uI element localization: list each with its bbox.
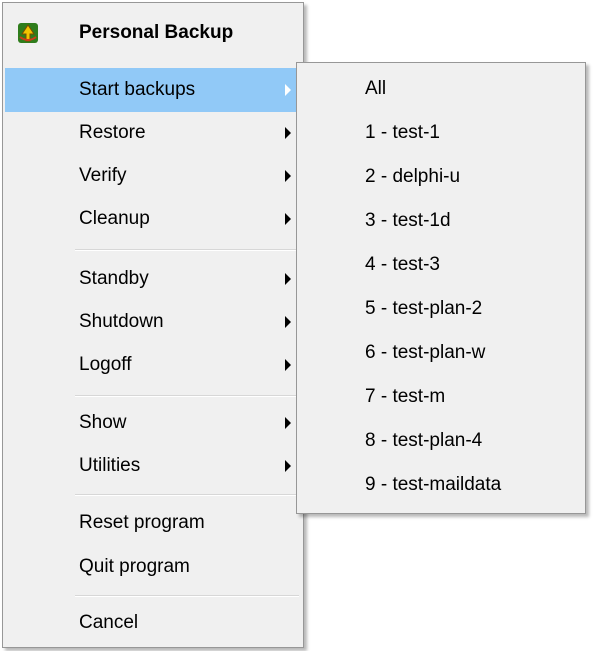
submenu-arrow-icon xyxy=(285,417,291,429)
menu-item-label: Utilities xyxy=(79,455,141,476)
start-backups-submenu: All 1 - test-1 2 - delphi-u 3 - test-1d … xyxy=(296,62,586,514)
submenu-arrow-icon xyxy=(285,127,291,139)
submenu-arrow-icon xyxy=(285,460,291,472)
menu-item-restore[interactable]: Restore xyxy=(5,111,301,155)
submenu-item-label: 2 - delphi-u xyxy=(365,166,461,187)
submenu-arrow-icon xyxy=(285,359,291,371)
menu-item-label: Cancel xyxy=(79,612,139,633)
submenu-item-label: All xyxy=(365,78,387,99)
menu-header: Personal Backup xyxy=(5,11,301,55)
submenu-arrow-icon xyxy=(285,170,291,182)
menu-separator xyxy=(75,494,299,496)
menu-item-label: Shutdown xyxy=(79,311,164,332)
submenu-arrow-icon xyxy=(285,213,291,225)
menu-item-label: Logoff xyxy=(79,354,132,375)
menu-item-utilities[interactable]: Utilities xyxy=(5,444,301,488)
submenu-item-task-8[interactable]: 8 - test-plan-4 xyxy=(299,419,583,463)
submenu-item-label: 3 - test-1d xyxy=(365,210,451,231)
submenu-item-task-3[interactable]: 3 - test-1d xyxy=(299,199,583,243)
menu-header-title: Personal Backup xyxy=(79,22,234,43)
menu-item-cancel[interactable]: Cancel xyxy=(5,601,301,645)
context-menu: Personal Backup Start backups Restore Ve… xyxy=(2,2,304,648)
submenu-item-all[interactable]: All xyxy=(299,67,583,111)
menu-separator xyxy=(75,249,299,251)
submenu-item-label: 8 - test-plan-4 xyxy=(365,430,483,451)
submenu-arrow-icon xyxy=(285,84,291,96)
menu-item-verify[interactable]: Verify xyxy=(5,154,301,198)
menu-item-start-backups[interactable]: Start backups xyxy=(5,68,301,112)
submenu-item-label: 6 - test-plan-w xyxy=(365,342,486,363)
menu-item-label: Verify xyxy=(79,165,127,186)
menu-item-shutdown[interactable]: Shutdown xyxy=(5,300,301,344)
submenu-arrow-icon xyxy=(285,316,291,328)
submenu-item-label: 1 - test-1 xyxy=(365,122,440,143)
menu-item-quit-program[interactable]: Quit program xyxy=(5,545,301,589)
personal-backup-app-icon xyxy=(18,23,38,43)
submenu-item-task-1[interactable]: 1 - test-1 xyxy=(299,111,583,155)
menu-item-label: Reset program xyxy=(79,512,205,533)
submenu-item-label: 7 - test-m xyxy=(365,386,446,407)
menu-item-label: Cleanup xyxy=(79,208,150,229)
menu-item-standby[interactable]: Standby xyxy=(5,257,301,301)
submenu-item-task-2[interactable]: 2 - delphi-u xyxy=(299,155,583,199)
submenu-item-task-9[interactable]: 9 - test-maildata xyxy=(299,463,583,507)
submenu-item-label: 5 - test-plan-2 xyxy=(365,298,483,319)
submenu-item-label: 4 - test-3 xyxy=(365,254,440,275)
menu-item-label: Show xyxy=(79,412,127,433)
menu-item-label: Quit program xyxy=(79,556,190,577)
submenu-item-task-4[interactable]: 4 - test-3 xyxy=(299,243,583,287)
submenu-item-task-7[interactable]: 7 - test-m xyxy=(299,375,583,419)
submenu-item-task-5[interactable]: 5 - test-plan-2 xyxy=(299,287,583,331)
menu-item-logoff[interactable]: Logoff xyxy=(5,343,301,387)
menu-item-reset-program[interactable]: Reset program xyxy=(5,501,301,545)
submenu-item-task-6[interactable]: 6 - test-plan-w xyxy=(299,331,583,375)
menu-item-label: Restore xyxy=(79,122,146,143)
menu-item-cleanup[interactable]: Cleanup xyxy=(5,197,301,241)
submenu-arrow-icon xyxy=(285,273,291,285)
menu-item-label: Start backups xyxy=(79,79,196,100)
menu-item-label: Standby xyxy=(79,268,149,289)
menu-separator xyxy=(75,595,299,597)
menu-item-show[interactable]: Show xyxy=(5,401,301,445)
submenu-item-label: 9 - test-maildata xyxy=(365,474,502,495)
menu-separator xyxy=(75,395,299,397)
